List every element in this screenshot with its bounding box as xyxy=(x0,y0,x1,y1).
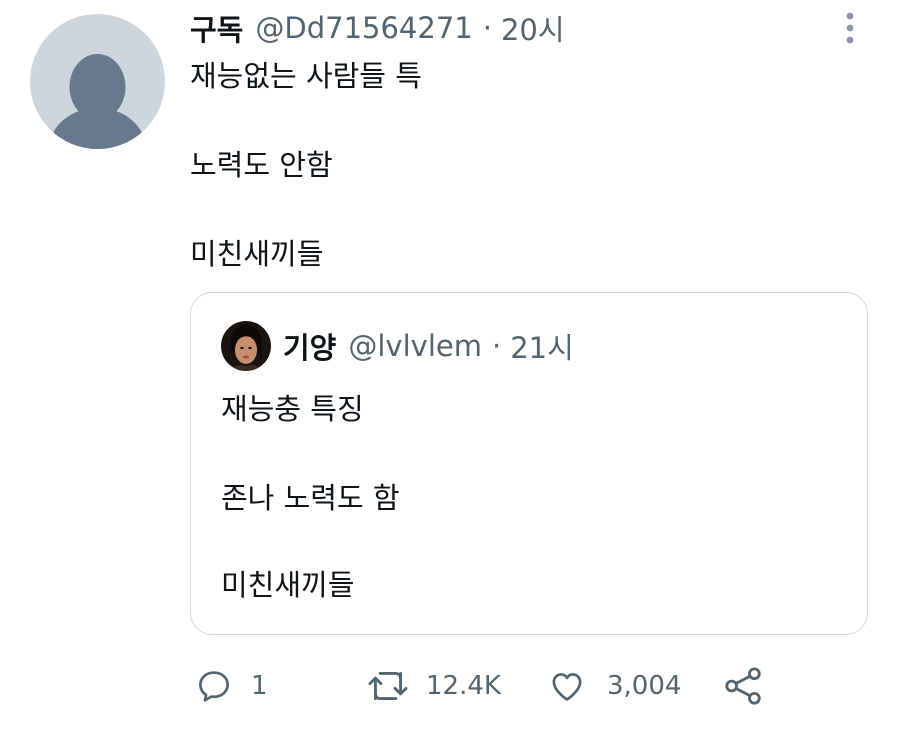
tweet-text-line: 재능없는 사람들 특 xyxy=(190,59,422,93)
quoted-author-handle[interactable]: @lvlvlem xyxy=(348,329,482,363)
quoted-text-line: 미친새끼들 xyxy=(221,568,355,602)
header-separator: · xyxy=(482,11,492,45)
quoted-text-line: 재능충 특징 xyxy=(221,392,364,426)
share-icon xyxy=(725,667,761,705)
reply-icon xyxy=(199,671,229,702)
quoted-tweet-time: 21시 xyxy=(510,331,574,365)
tweet-header: 구독 @Dd71564271 · 20시 xyxy=(190,8,565,48)
like-icon xyxy=(552,673,582,701)
tweet-text-line: 노력도 안함 xyxy=(190,148,333,182)
quoted-tweet-card[interactable]: 기양 @lvlvlem · 21시 재능충 특징 존나 노력도 함 미친새끼들 xyxy=(190,292,868,635)
more-options-button[interactable] xyxy=(838,10,862,46)
reply-count: 1 xyxy=(251,671,268,701)
quoted-author-name[interactable]: 기양 xyxy=(283,325,336,367)
default-avatar-icon xyxy=(49,54,146,149)
quoted-tweet-header: 기양 @lvlvlem · 21시 xyxy=(283,326,574,366)
quoted-author-avatar[interactable] xyxy=(221,321,271,371)
author-name[interactable]: 구독 xyxy=(190,7,243,49)
share-button[interactable] xyxy=(721,660,765,712)
author-avatar[interactable] xyxy=(30,14,165,149)
tweet-time[interactable]: 20시 xyxy=(501,7,565,49)
profile-photo xyxy=(221,321,271,371)
quoted-header-separator: · xyxy=(491,329,502,363)
quoted-text-line: 존나 노력도 함 xyxy=(221,481,400,515)
author-handle[interactable]: @Dd71564271 xyxy=(255,11,472,45)
like-button[interactable]: 3,004 xyxy=(547,660,681,712)
reply-button[interactable]: 1 xyxy=(195,660,268,712)
retweet-button[interactable]: 12.4K xyxy=(366,660,501,712)
retweet-icon xyxy=(368,672,408,700)
more-options-icon xyxy=(846,12,854,44)
retweet-count: 12.4K xyxy=(426,671,501,701)
tweet-text-line: 미친새끼들 xyxy=(190,237,324,271)
like-count: 3,004 xyxy=(607,671,682,701)
tweet-actions: 1 12.4K 3,004 xyxy=(190,660,790,712)
